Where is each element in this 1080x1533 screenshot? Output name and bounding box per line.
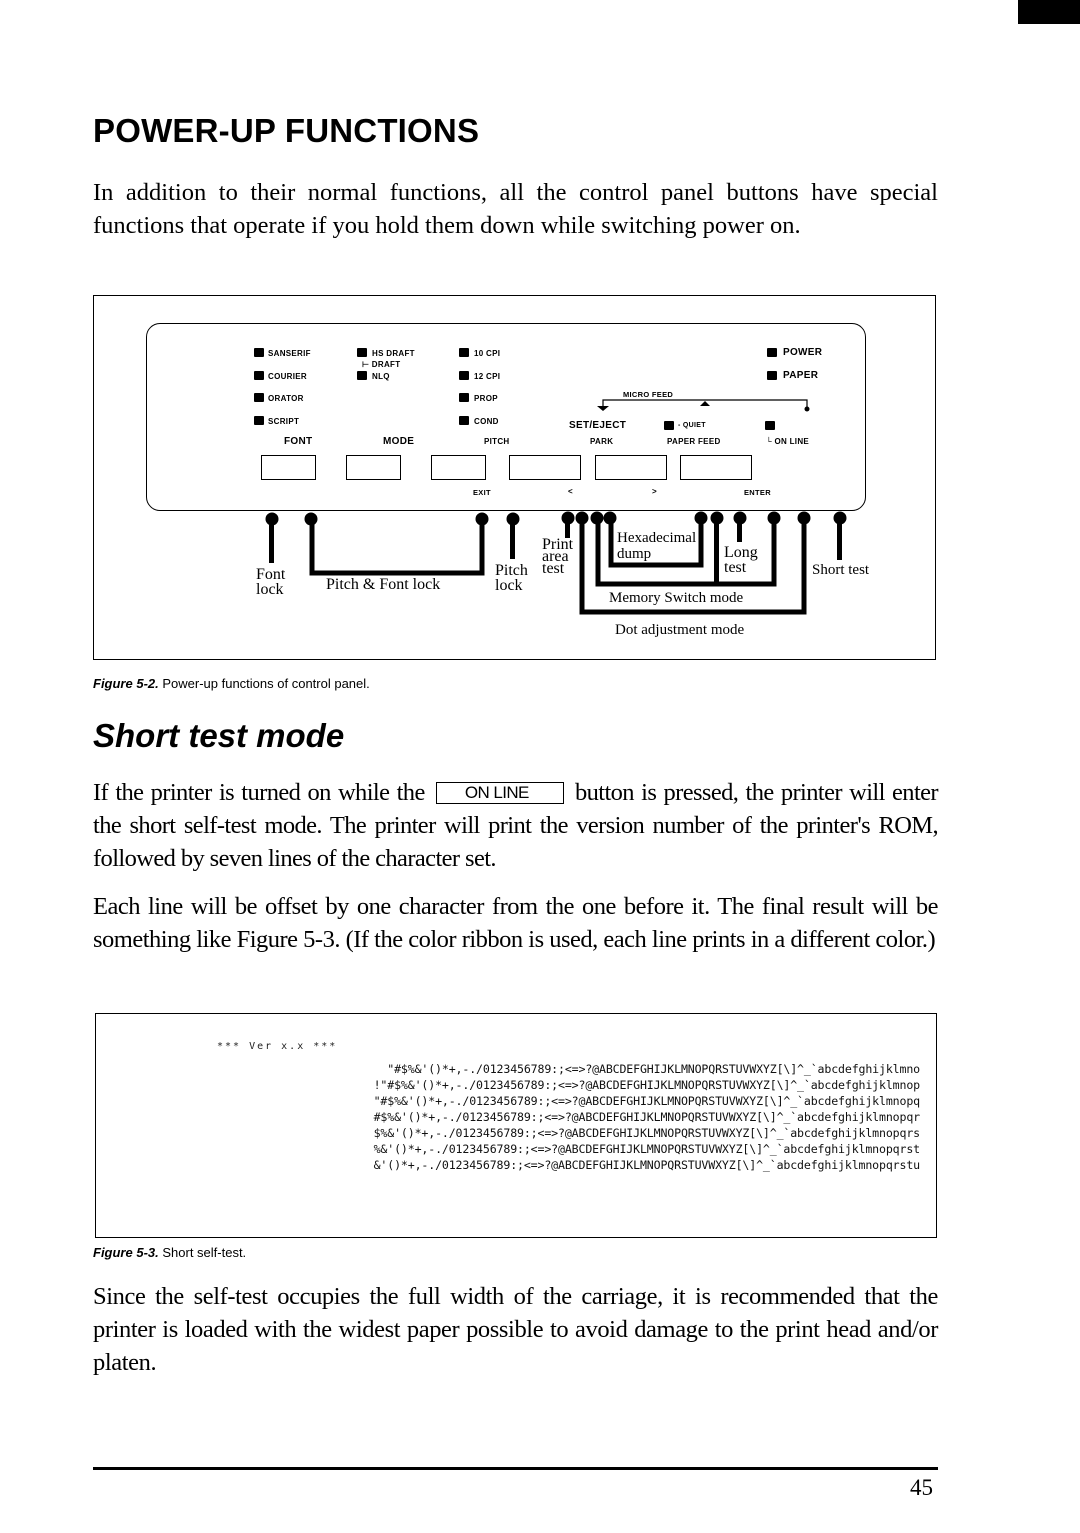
offset-paragraph: Each line will be offset by one characte… <box>93 893 939 953</box>
mode-button[interactable] <box>346 455 401 480</box>
page-number: 45 <box>910 1475 933 1500</box>
led-label: COURIER <box>268 372 307 381</box>
dot-adjust-label: Dot adjustment mode <box>615 622 745 638</box>
led-icon <box>459 348 469 357</box>
button-label: └ ON LINE <box>766 437 810 446</box>
set-eject-park-button[interactable] <box>509 455 581 480</box>
quiet-label: - QUIET <box>678 422 706 429</box>
button-sublabel: < <box>568 487 573 496</box>
led-label: ORATOR <box>268 394 304 403</box>
led-icon <box>254 416 264 425</box>
pitch-button[interactable] <box>431 455 486 480</box>
short-test-label: Short test <box>812 562 870 578</box>
quiet-led-icon <box>664 421 674 430</box>
led-icon <box>357 371 367 380</box>
led-label: 10 CPI <box>474 349 501 358</box>
button-label: MODE <box>383 436 415 447</box>
hex-dump-label: Hexadecimal dump <box>617 530 697 562</box>
power-led-icon <box>767 348 777 357</box>
led-label: COND <box>474 417 499 426</box>
led-icon <box>357 348 367 357</box>
figure-5-2-caption: Figure 5-2. Power-up functions of contro… <box>93 676 370 691</box>
button-label: FONT <box>284 436 313 447</box>
footer-rule <box>93 1467 938 1470</box>
button-label: PITCH <box>484 437 510 446</box>
led-label: 12 CPI <box>474 372 501 381</box>
button-sublabel: EXIT <box>473 488 491 497</box>
led-label: SCRIPT <box>268 417 300 426</box>
led-icon <box>254 348 264 357</box>
pitch-lock-label: Pitch lock <box>495 562 528 594</box>
figure-5-3-caption: Figure 5-3. Short self-test. <box>93 1245 247 1260</box>
led-icon <box>459 393 469 402</box>
on-line-button[interactable] <box>680 455 752 480</box>
recommendation-paragraph: Since the self-test occupies the full wi… <box>93 1283 938 1376</box>
led-label: HS DRAFT <box>372 349 415 358</box>
led-label: PAPER <box>783 370 819 381</box>
button-label: SET/EJECT <box>569 420 627 431</box>
font-lock-label: Font lock <box>256 566 286 598</box>
chapter-tab-marker <box>1018 0 1080 24</box>
led-icon <box>459 371 469 380</box>
led-label: SANSERIF <box>268 349 311 358</box>
button-sublabel: ENTER <box>744 488 771 497</box>
led-label: POWER <box>783 347 823 358</box>
test-line: %&'()*+,-./0123456789:;<=>?@ABCDEFGHIJKL… <box>373 1142 921 1156</box>
long-test-label: Long test <box>724 544 758 576</box>
short-test-paragraph: If the printer is turned on while the ON… <box>93 779 939 872</box>
led-icon <box>254 393 264 402</box>
micro-feed-label: MICRO FEED <box>623 390 674 399</box>
version-line: *** Ver x.x *** <box>217 1041 338 1052</box>
subsection-heading: Short test mode <box>93 717 345 754</box>
paper-led-icon <box>767 371 777 380</box>
test-line: $%&'()*+,-./0123456789:;<=>?@ABCDEFGHIJK… <box>373 1126 921 1140</box>
memory-switch-label: Memory Switch mode <box>609 590 744 606</box>
on-line-button-inline: ON LINE <box>435 782 564 804</box>
paper-feed-button[interactable] <box>595 455 667 480</box>
test-line: "#$%&'()*+,-./0123456789:;<=>?@ABCDEFGHI… <box>373 1094 921 1108</box>
led-icon <box>254 371 264 380</box>
led-label: PROP <box>474 394 498 403</box>
font-button[interactable] <box>261 455 316 480</box>
print-area-test-label: Print area test <box>542 536 574 577</box>
test-line: "#$%&'()*+,-./0123456789:;<=>?@ABCDEFGHI… <box>380 1062 920 1076</box>
button-label: PAPER FEED <box>667 437 721 446</box>
branch-icon: ⊢ <box>362 360 372 369</box>
test-line: &'()*+,-./0123456789:;<=>?@ABCDEFGHIJKLM… <box>373 1158 921 1172</box>
button-sublabel: > <box>652 487 657 496</box>
test-line: !"#$%&'()*+,-./0123456789:;<=>?@ABCDEFGH… <box>373 1078 921 1092</box>
led-icon <box>459 416 469 425</box>
led-label: NLQ <box>372 372 390 381</box>
button-label: PARK <box>590 437 614 446</box>
pitch-font-lock-label: Pitch & Font lock <box>326 576 441 593</box>
section-heading: POWER-UP FUNCTIONS <box>93 112 480 149</box>
online-led-icon <box>765 421 775 430</box>
intro-paragraph: In addition to their normal functions, a… <box>93 179 938 239</box>
led-label: ⊢ DRAFT <box>362 360 401 369</box>
test-line: #$%&'()*+,-./0123456789:;<=>?@ABCDEFGHIJ… <box>373 1110 921 1124</box>
